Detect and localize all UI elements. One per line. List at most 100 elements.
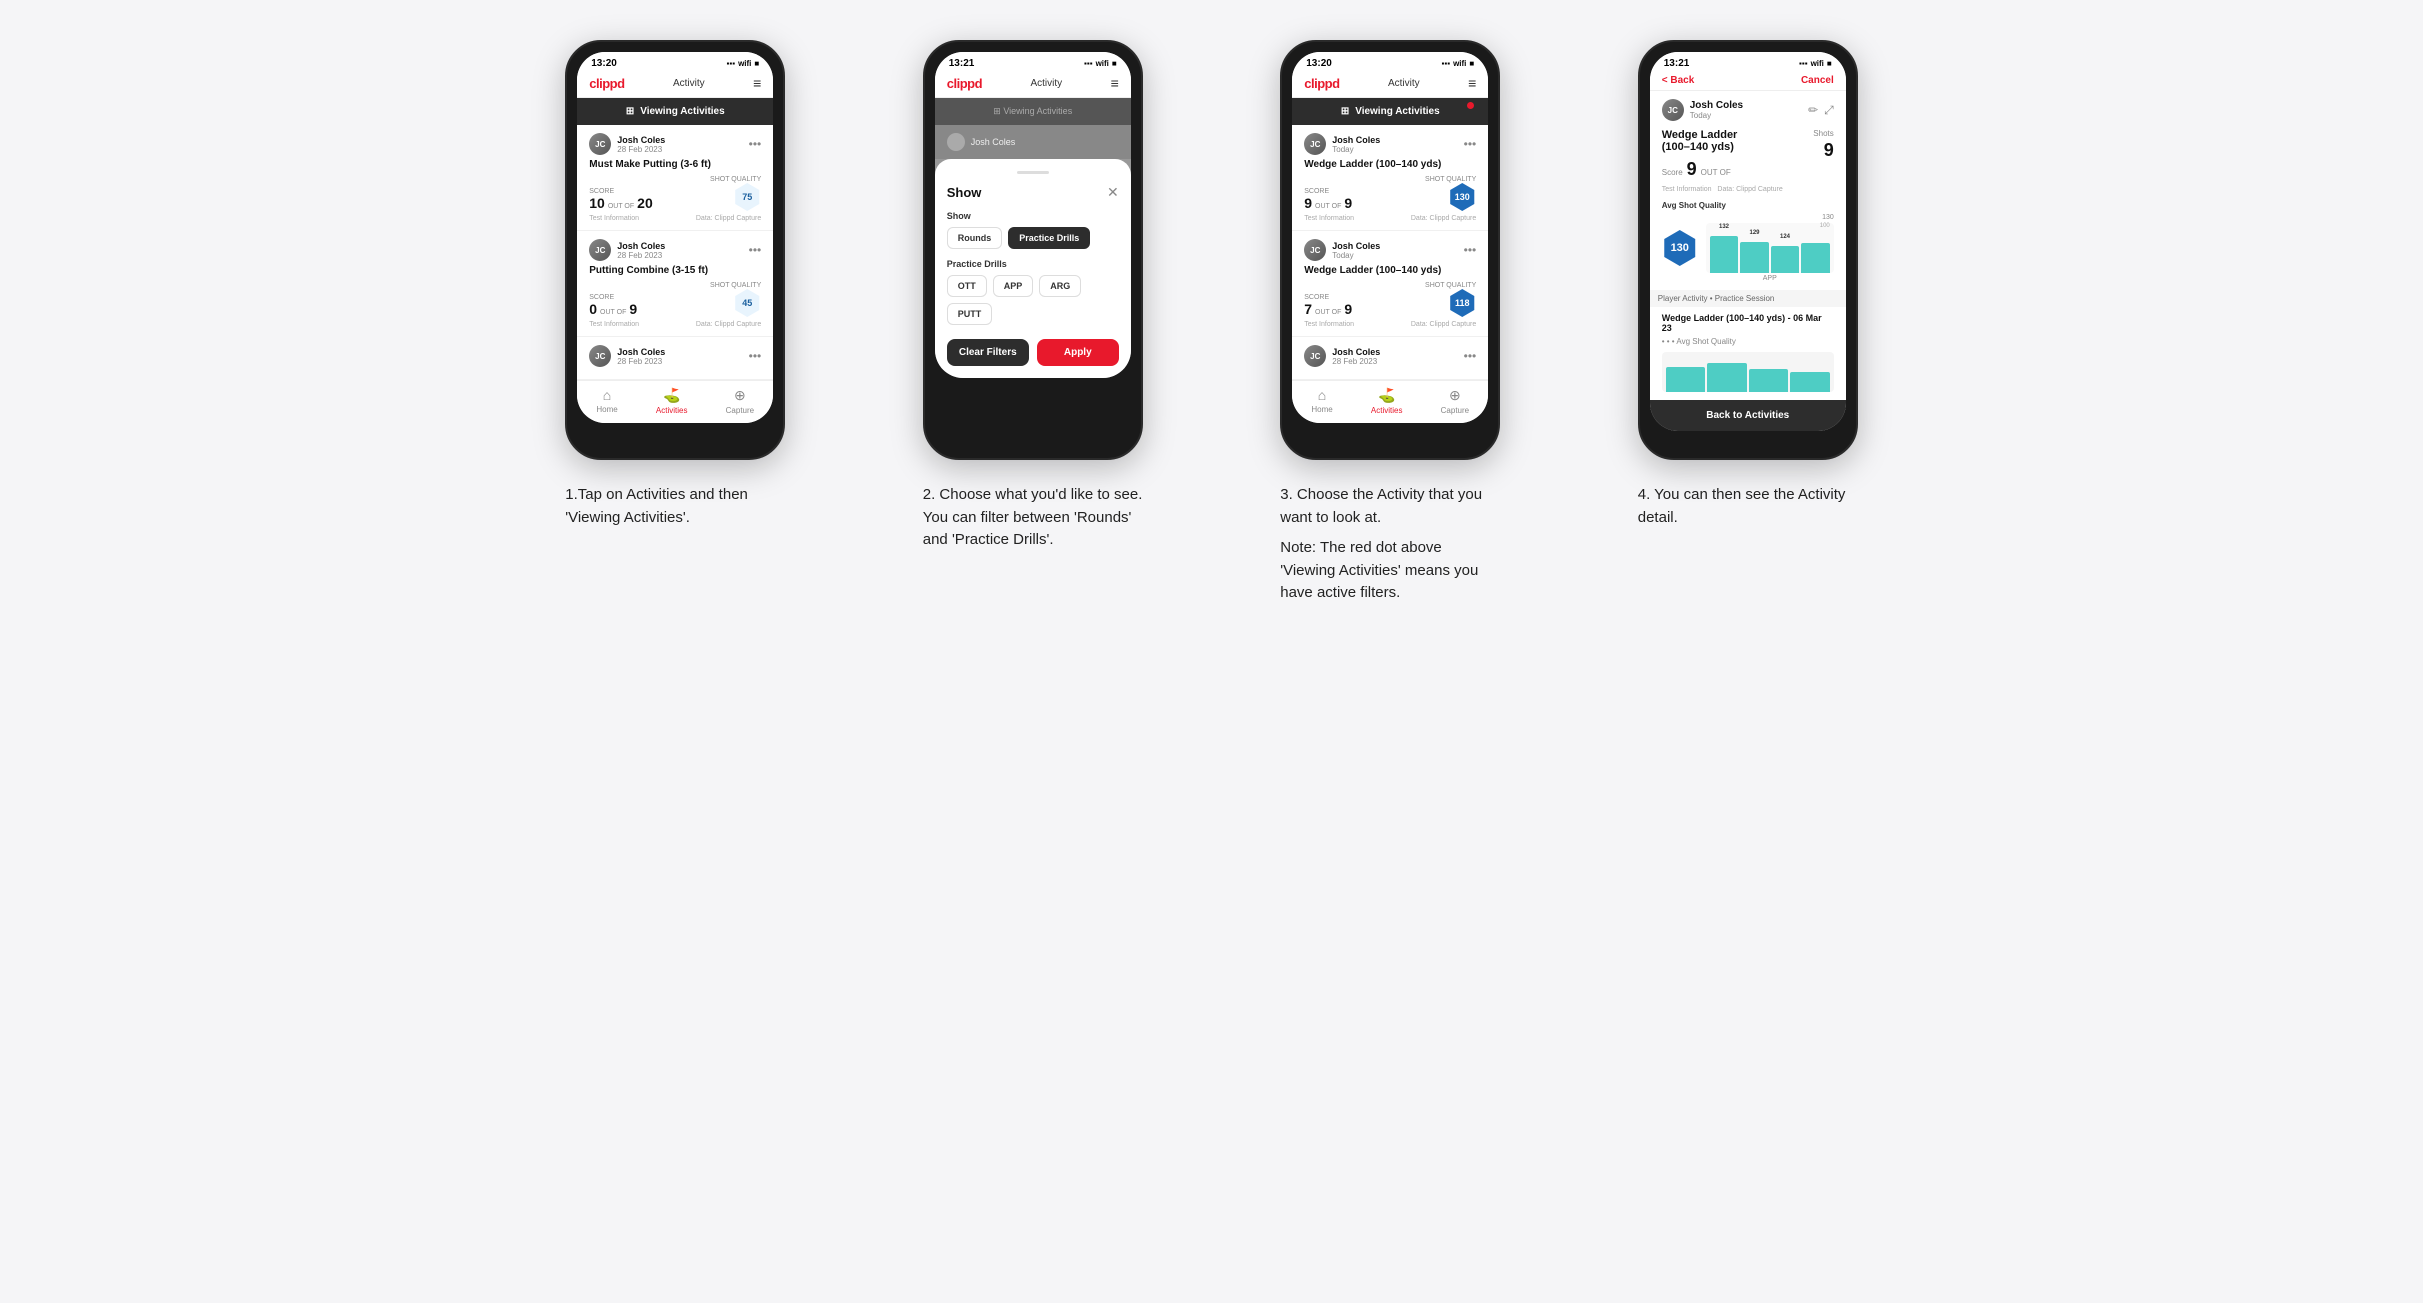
chart-bar-4-3: 124: [1771, 246, 1800, 273]
close-btn[interactable]: ✕: [1107, 184, 1119, 201]
chart-container-4: 100500 132 129 124: [1706, 223, 1834, 273]
phone-4: 13:21 ▪▪▪ wifi ■ < Back Cancel: [1638, 40, 1858, 460]
dots-menu-1-2[interactable]: •••: [749, 243, 762, 257]
chart-section-4: Avg Shot Quality 130 130 100500: [1662, 201, 1834, 282]
activity-title-3-2: Wedge Ladder (100–140 yds): [1304, 265, 1476, 276]
activity-title-1-1: Must Make Putting (3-6 ft): [589, 159, 761, 170]
nav-activities-3[interactable]: ⛳ Activities: [1371, 387, 1403, 415]
caption-2: 2. Choose what you'd like to see. You ca…: [923, 484, 1143, 552]
quality-label-1-1: Shot Quality: [710, 176, 761, 183]
top-nav-3: clippd Activity ≡: [1292, 71, 1488, 98]
user-date-3-1: Today: [1332, 145, 1380, 154]
detail-content-4: JC Josh Coles Today ✏ ⤢: [1650, 91, 1846, 431]
avatar-1-2: JC: [589, 239, 611, 261]
red-dot-3: [1467, 102, 1474, 109]
dots-menu-1-1[interactable]: •••: [749, 137, 762, 151]
quality-badge-3-2: 118: [1448, 289, 1476, 317]
menu-icon-1[interactable]: ≡: [753, 75, 761, 91]
step-3-col: 13:20 ▪▪▪ wifi ■ clippd Activity ≡ ⊞ V: [1227, 40, 1555, 605]
dots-menu-1-3[interactable]: •••: [749, 349, 762, 363]
shots-label-4: Shots: [1813, 129, 1833, 138]
shots-val-3-2: 9: [1344, 301, 1352, 317]
score-label-3-1: Score: [1304, 188, 1352, 195]
battery-icon-2: ■: [1112, 59, 1117, 68]
activity-title-1-2: Putting Combine (3-15 ft): [589, 265, 761, 276]
practice-drills-btn[interactable]: Practice Drills: [1008, 227, 1090, 249]
nav-activities-1[interactable]: ⛳ Activities: [656, 387, 688, 415]
activity-card-1-1[interactable]: JC Josh Coles 28 Feb 2023 ••• Must Make …: [577, 125, 773, 231]
outof-3-2: OUT OF: [1315, 309, 1341, 316]
detail-user-date-4: Today: [1690, 111, 1743, 120]
activity-card-3-2[interactable]: JC Josh Coles Today ••• Wedge Ladder (10…: [1292, 231, 1488, 337]
activity-card-3-1[interactable]: JC Josh Coles Today ••• Wedge Ladder (10…: [1292, 125, 1488, 231]
user-date-1-3: 28 Feb 2023: [617, 357, 665, 366]
ott-btn[interactable]: OTT: [947, 275, 987, 297]
back-to-activities-btn-4[interactable]: Back to Activities: [1650, 400, 1846, 431]
user-name-3-3: Josh Coles: [1332, 347, 1380, 357]
score-val-1-1: 10: [589, 195, 605, 211]
putt-btn[interactable]: PUTT: [947, 303, 993, 325]
status-icons-3: ▪▪▪ wifi ■: [1442, 59, 1475, 68]
status-bar-2: 13:21 ▪▪▪ wifi ■: [935, 52, 1131, 71]
home-icon-3: ⌂: [1318, 387, 1326, 403]
info-right-3-1: Data: Clippd Capture: [1411, 215, 1476, 222]
filter-icon-3: ⊞: [1341, 106, 1349, 117]
arg-btn[interactable]: ARG: [1039, 275, 1081, 297]
detail-nav-4: < Back Cancel: [1650, 71, 1846, 91]
quality-label-1-2: Shot Quality: [710, 282, 761, 289]
shots-val-1-2: 9: [629, 301, 637, 317]
top-nav-1: clippd Activity ≡: [577, 71, 773, 98]
menu-icon-2[interactable]: ≡: [1111, 75, 1119, 91]
caption-3: 3. Choose the Activity that you want to …: [1280, 484, 1500, 605]
status-bar-3: 13:20 ▪▪▪ wifi ■: [1292, 52, 1488, 71]
edit-icon-4[interactable]: ✏: [1808, 103, 1818, 118]
nav-capture-3[interactable]: ⊕ Capture: [1441, 387, 1469, 415]
drill-filter-buttons: OTT APP ARG PUTT: [947, 275, 1119, 325]
quality-badge-3-1: 130: [1448, 183, 1476, 211]
app-btn[interactable]: APP: [993, 275, 1034, 297]
activity-title-3-1: Wedge Ladder (100–140 yds): [1304, 159, 1476, 170]
info-left-3-1: Test Information: [1304, 215, 1354, 222]
dots-menu-3-2[interactable]: •••: [1464, 243, 1477, 257]
expand-icon-4[interactable]: ⤢: [1824, 103, 1834, 118]
home-icon-1: ⌂: [603, 387, 611, 403]
nav-capture-1[interactable]: ⊕ Capture: [726, 387, 754, 415]
avatar-4: JC: [1662, 99, 1684, 121]
rounds-btn[interactable]: Rounds: [947, 227, 1003, 249]
session-bar-3: [1749, 369, 1789, 392]
chart-bar-4-4: [1801, 243, 1830, 273]
clear-filters-btn[interactable]: Clear Filters: [947, 339, 1029, 366]
viewing-banner-3[interactable]: ⊞ Viewing Activities: [1292, 98, 1488, 125]
menu-icon-3[interactable]: ≡: [1468, 75, 1476, 91]
score-label-3-2: Score: [1304, 294, 1352, 301]
user-name-1-2: Josh Coles: [617, 241, 665, 251]
banner-text-1: Viewing Activities: [640, 106, 724, 117]
detail-info-4: Test Information Data: Clippd Capture: [1662, 186, 1834, 193]
session-bar-1: [1666, 367, 1706, 392]
nav-title-1: Activity: [673, 78, 705, 89]
dots-menu-3-3[interactable]: •••: [1464, 349, 1477, 363]
logo-3: clippd: [1304, 76, 1339, 91]
status-time-3: 13:20: [1306, 58, 1332, 69]
nav-home-1[interactable]: ⌂ Home: [596, 387, 617, 415]
viewing-banner-1[interactable]: ⊞ Viewing Activities: [577, 98, 773, 125]
signal-icon-4: ▪▪▪: [1799, 59, 1808, 68]
battery-icon: ■: [754, 59, 759, 68]
session-subtitle-4: • • • Avg Shot Quality: [1662, 337, 1834, 346]
avatar-1-3: JC: [589, 345, 611, 367]
apply-btn[interactable]: Apply: [1037, 339, 1119, 366]
status-icons-4: ▪▪▪ wifi ■: [1799, 59, 1832, 68]
info-left-1-2: Test Information: [589, 321, 639, 328]
user-date-1-2: 28 Feb 2023: [617, 251, 665, 260]
activity-card-1-3: JC Josh Coles 28 Feb 2023 •••: [577, 337, 773, 380]
nav-home-3[interactable]: ⌂ Home: [1311, 387, 1332, 415]
cancel-btn-4[interactable]: Cancel: [1801, 75, 1834, 86]
chart-bar-4-2: 129: [1740, 242, 1769, 273]
caption-4: 4. You can then see the Activity detail.: [1638, 484, 1858, 529]
dots-menu-3-1[interactable]: •••: [1464, 137, 1477, 151]
session-bar-4: [1790, 372, 1830, 392]
user-date-1-1: 28 Feb 2023: [617, 145, 665, 154]
activity-card-1-2[interactable]: JC Josh Coles 28 Feb 2023 ••• Putting Co…: [577, 231, 773, 337]
back-btn-4[interactable]: < Back: [1662, 75, 1695, 86]
user-name-1-3: Josh Coles: [617, 347, 665, 357]
